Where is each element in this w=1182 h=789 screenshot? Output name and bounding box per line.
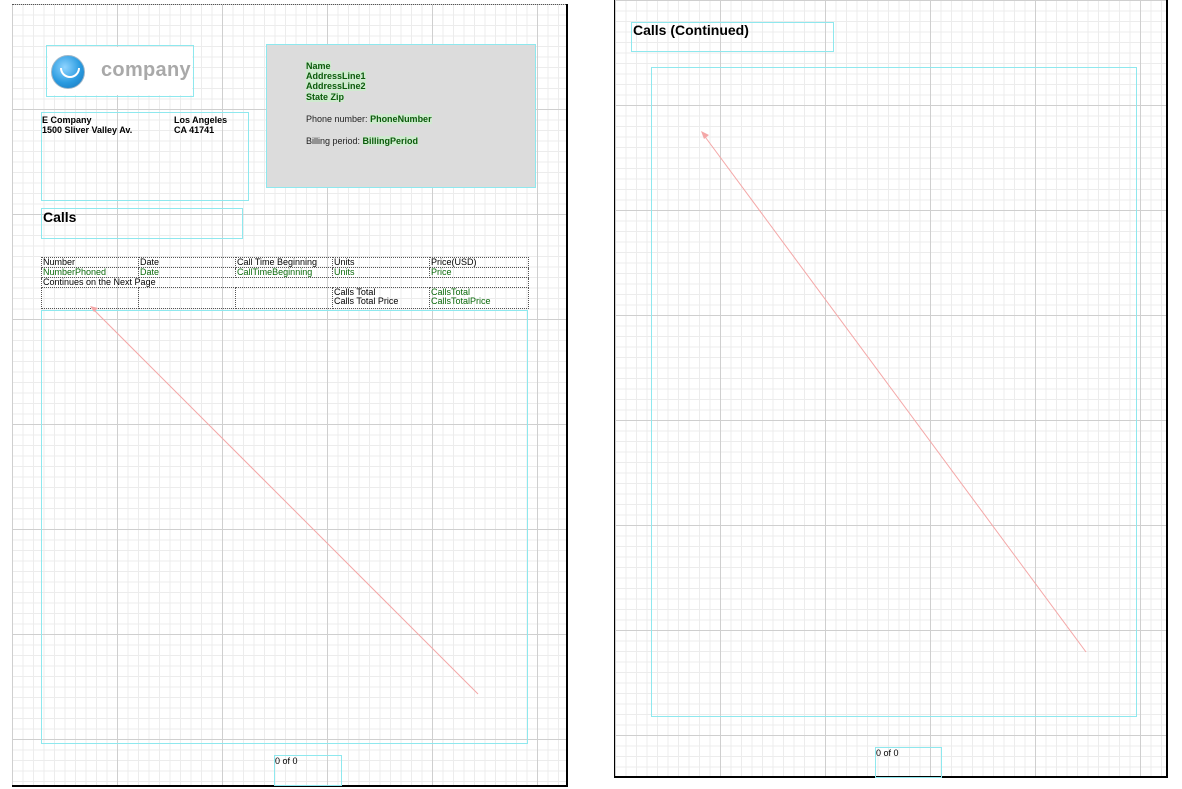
report-page-2: Calls (Continued) 0 of 0 [614,0,1168,778]
flow-arrow-icon [90,306,479,695]
flow-arrow-icon-2 [701,131,1087,653]
page-number-text-2: 0 of 0 [876,748,899,758]
page-number-text: 0 of 0 [275,756,298,766]
report-page-1: company E Company 1500 Sliver Valley Av.… [12,4,568,787]
